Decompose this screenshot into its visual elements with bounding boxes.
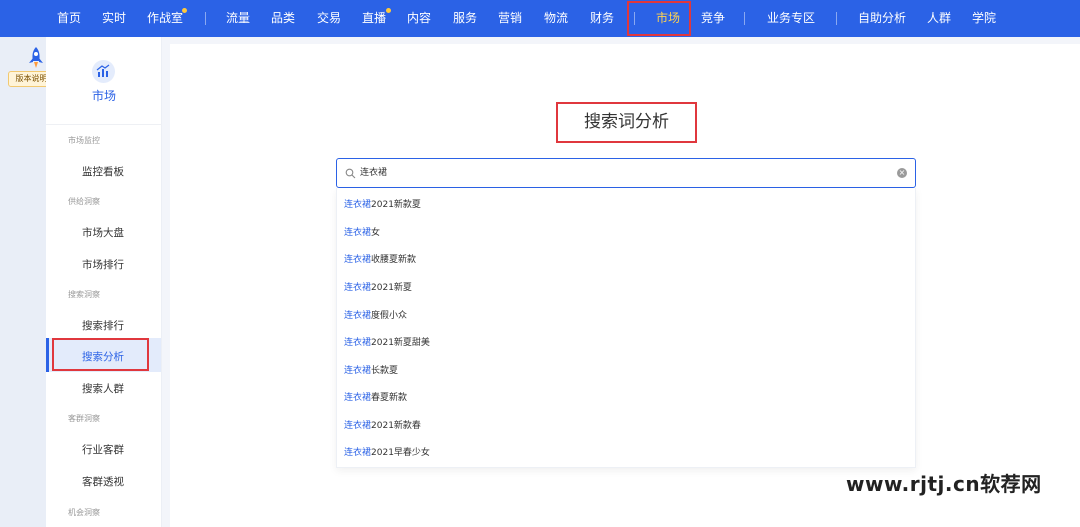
nav-item-realtime[interactable]: 实时 — [102, 0, 126, 37]
nav-item-academy[interactable]: 学院 — [972, 0, 996, 37]
sidebar-active-indicator — [46, 338, 49, 372]
sidebar-group-opportunity: 机会洞察 — [68, 508, 100, 517]
suggestion-item[interactable]: 连衣裙2021早春少女 — [344, 445, 430, 458]
nav-item-logistics[interactable]: 物流 — [544, 0, 568, 37]
nav-item-marketing[interactable]: 营销 — [498, 0, 522, 37]
nav-divider — [836, 12, 837, 25]
main-panel: 搜索词分析 连衣裙 × 连衣裙2021新款夏 连衣裙女 连衣裙收腰夏新款 连衣裙… — [170, 44, 1080, 527]
search-icon — [345, 168, 356, 179]
left-rail — [0, 37, 46, 527]
sidebar-header-label: 市场 — [91, 89, 116, 103]
nav-market-highlight — [627, 1, 691, 36]
nav-item-audience[interactable]: 人群 — [927, 0, 951, 37]
top-nav: 首页 实时 作战室 流量 品类 交易 直播 内容 服务 营销 物流 财务 市场 … — [0, 0, 1080, 37]
search-input[interactable]: 连衣裙 × — [336, 158, 916, 188]
nav-item-content[interactable]: 内容 — [407, 0, 431, 37]
live-new-dot — [386, 8, 391, 13]
nav-item-live[interactable]: 直播 — [362, 0, 386, 37]
sidebar-item-industry-audience[interactable]: 行业客群 — [82, 442, 124, 457]
sidebar-header: 市场 — [46, 37, 162, 125]
search-value: 连衣裙 — [360, 168, 388, 178]
sidebar-group-search: 搜索洞察 — [68, 290, 100, 299]
suggestion-item[interactable]: 连衣裙度假小众 — [344, 308, 407, 321]
watermark-text: www.rjtj.cn软荐网 — [846, 472, 1042, 496]
clear-icon[interactable]: × — [897, 168, 907, 178]
suggestion-item[interactable]: 连衣裙2021新夏甜美 — [344, 335, 430, 348]
nav-item-service[interactable]: 服务 — [453, 0, 477, 37]
sidebar-item-monitor-board[interactable]: 监控看板 — [82, 164, 124, 179]
sidebar-item-search-analysis[interactable]: 搜索分析 — [82, 349, 124, 364]
page-title: 搜索词分析 — [584, 112, 669, 132]
sidebar-item-market-overview[interactable]: 市场大盘 — [82, 225, 124, 240]
sidebar: 市场 市场监控 监控看板 供给洞察 市场大盘 市场排行 搜索洞察 搜索排行 搜索… — [46, 37, 162, 527]
suggestion-dropdown: 连衣裙2021新款夏 连衣裙女 连衣裙收腰夏新款 连衣裙2021新夏 连衣裙度假… — [336, 188, 916, 468]
war-room-new-dot — [182, 8, 187, 13]
sidebar-group-audience: 客群洞察 — [68, 414, 100, 423]
suggestion-item[interactable]: 连衣裙女 — [344, 225, 380, 238]
suggestion-item[interactable]: 连衣裙2021新款夏 — [344, 197, 421, 210]
nav-item-war-room[interactable]: 作战室 — [147, 0, 183, 37]
sidebar-item-audience-insight[interactable]: 客群透视 — [82, 474, 124, 489]
market-chart-icon — [92, 60, 115, 83]
sidebar-group-supply: 供给洞察 — [68, 197, 100, 206]
nav-item-business-zone[interactable]: 业务专区 — [767, 0, 815, 37]
nav-item-traffic[interactable]: 流量 — [226, 0, 250, 37]
nav-item-home[interactable]: 首页 — [57, 0, 81, 37]
nav-item-category[interactable]: 品类 — [271, 0, 295, 37]
nav-item-finance[interactable]: 财务 — [590, 0, 614, 37]
suggestion-item[interactable]: 连衣裙2021新款春 — [344, 418, 421, 431]
rocket-icon[interactable] — [27, 46, 45, 70]
nav-divider — [744, 12, 745, 25]
nav-item-self-analysis[interactable]: 自助分析 — [858, 0, 906, 37]
sidebar-item-search-ranking[interactable]: 搜索排行 — [82, 318, 124, 333]
nav-item-transaction[interactable]: 交易 — [317, 0, 341, 37]
nav-divider — [205, 12, 206, 25]
sidebar-group-market-monitor: 市场监控 — [68, 136, 100, 145]
sidebar-item-market-ranking[interactable]: 市场排行 — [82, 257, 124, 272]
nav-item-competition[interactable]: 竞争 — [701, 0, 725, 37]
suggestion-item[interactable]: 连衣裙春夏新款 — [344, 390, 407, 403]
suggestion-item[interactable]: 连衣裙收腰夏新款 — [344, 252, 416, 265]
suggestion-item[interactable]: 连衣裙长款夏 — [344, 363, 398, 376]
suggestion-item[interactable]: 连衣裙2021新夏 — [344, 280, 412, 293]
sidebar-item-search-audience[interactable]: 搜索人群 — [82, 381, 124, 396]
